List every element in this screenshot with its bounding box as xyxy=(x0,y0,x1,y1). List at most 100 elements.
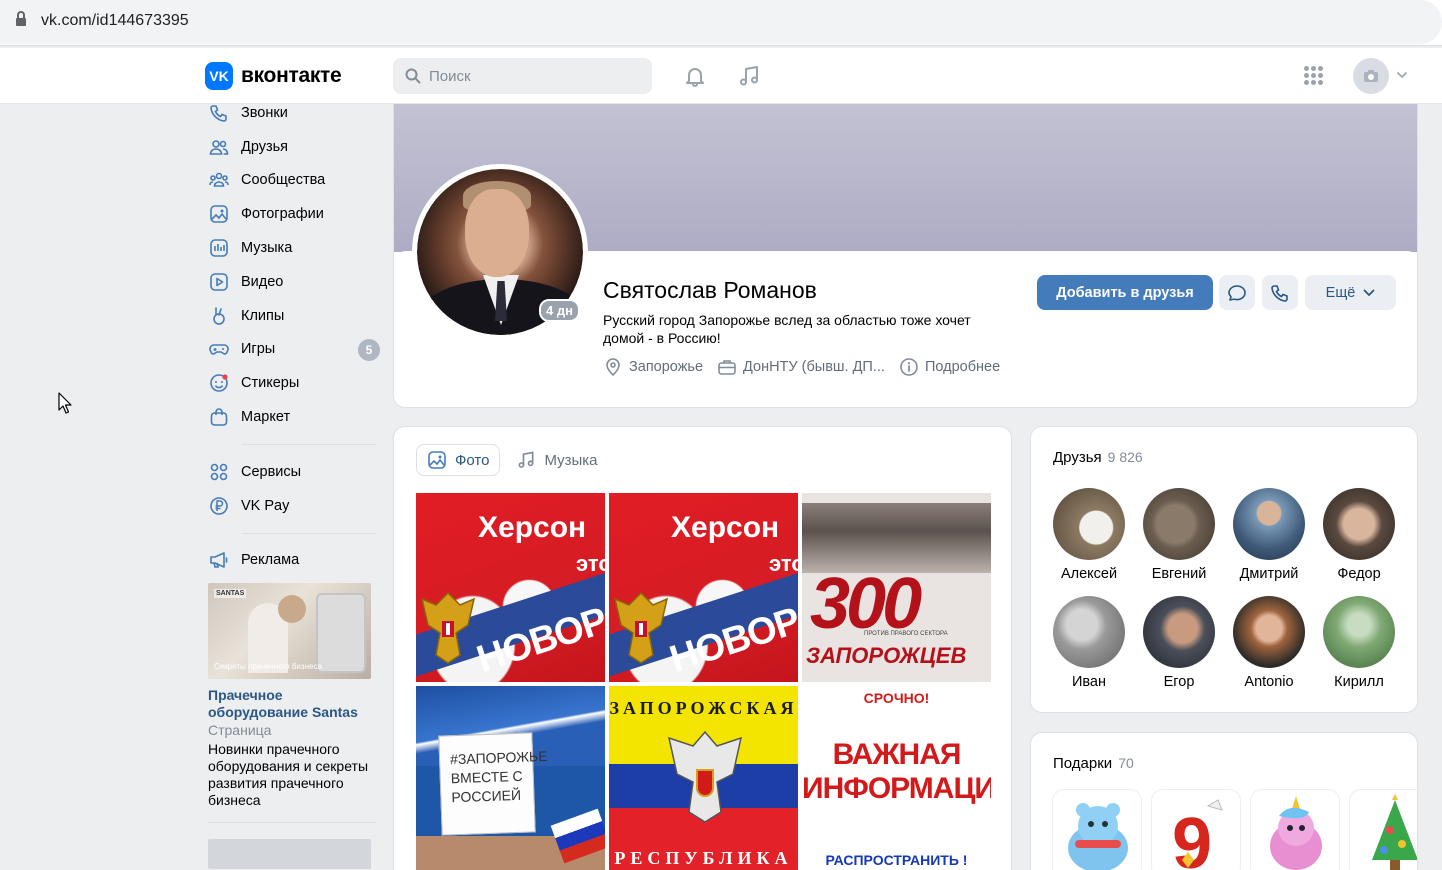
profile-short-info: Запорожье ДонНТУ (бывш. ДП... Подробнее xyxy=(603,357,1014,377)
gifts-header[interactable]: Подарки 70 xyxy=(1053,755,1134,772)
vk-logo[interactable]: VK вконтакте xyxy=(205,62,342,90)
nine-gift-icon[interactable]: 9 xyxy=(1151,789,1241,870)
phone-icon xyxy=(1271,284,1288,302)
lock-icon[interactable] xyxy=(16,11,26,28)
tab-music[interactable]: Музыка xyxy=(506,444,607,476)
unicorn-gift-icon[interactable] xyxy=(1250,789,1340,870)
friend-name: Дмитрий xyxy=(1239,566,1299,582)
user-avatar[interactable] xyxy=(1353,58,1389,94)
more-button-label: Ещё xyxy=(1325,284,1356,301)
photo-text: ЗАПОРОЖЦЕВ xyxy=(806,643,967,668)
sidebar-item-label: Стикеры xyxy=(241,375,300,392)
search-input[interactable] xyxy=(429,67,629,85)
sidebar-item-music[interactable]: Музыка xyxy=(205,231,380,265)
tab-photos[interactable]: Фото xyxy=(416,444,501,476)
friends-icon xyxy=(208,136,230,158)
sidebar-item-video[interactable]: Видео xyxy=(205,265,380,299)
photo-tile[interactable]: #ЗАПОРОЖЬЕ ВМЕСТЕ С РОССИЕЙ xyxy=(416,686,605,870)
url-text[interactable]: vk.com/id144673395 xyxy=(41,12,189,30)
music-icon xyxy=(208,237,230,259)
profile-city[interactable]: Запорожье xyxy=(603,357,703,377)
friend-item[interactable]: Иван xyxy=(1044,596,1134,690)
photo-text: ПРОТИВ ПРАВОГО СЕКТОРА xyxy=(864,631,948,637)
friends-count: 9 826 xyxy=(1107,449,1143,465)
ad-image-caption: Секреты прачечного бизнеса xyxy=(214,662,322,672)
sidebar-item-label: Звонки xyxy=(241,104,288,121)
sidebar-item-friends[interactable]: Друзья xyxy=(205,130,380,164)
sidebar-item-vkpay[interactable]: VK Pay xyxy=(205,489,380,523)
photo-tile[interactable]: Херсон это НОВОРОС xyxy=(416,493,605,682)
gifts-block: Подарки 70 9 xyxy=(1030,732,1418,870)
friend-item[interactable]: Алексей xyxy=(1044,488,1134,582)
tab-label: Фото xyxy=(455,451,490,469)
ad-image[interactable]: SANTAS Секреты прачечного бизнеса xyxy=(208,583,371,680)
apps-grid-icon[interactable] xyxy=(1304,66,1324,86)
profile-education[interactable]: ДонНТУ (бывш. ДП... xyxy=(717,357,885,377)
sidebar-item-calls[interactable]: Звонки xyxy=(205,96,380,130)
music-note-icon xyxy=(518,451,534,468)
ad-description[interactable]: Новинки прачечного оборудования и секрет… xyxy=(208,741,380,809)
photos-icon xyxy=(208,203,230,225)
search-box[interactable] xyxy=(393,58,652,94)
friends-header[interactable]: Друзья 9 826 xyxy=(1053,449,1143,466)
sidebar-item-label: Музыка xyxy=(241,240,293,257)
friend-item[interactable]: Егор xyxy=(1134,596,1224,690)
photo-text: ЗАПОРОЖСКАЯ xyxy=(609,698,798,718)
photo-text: #ЗАПОРОЖЬЕ ВМЕСТЕ С РОССИЕЙ xyxy=(438,732,548,836)
friend-item[interactable]: Кирилл xyxy=(1314,596,1404,690)
sidebar-item-games[interactable]: Игры 5 xyxy=(205,333,380,367)
photo-tile[interactable]: Херсон это НОВОРОС xyxy=(609,493,798,682)
profile-name: Святослав Романов xyxy=(603,277,817,303)
photos-icon xyxy=(428,451,446,469)
photo-text: это xyxy=(576,551,605,576)
friend-item[interactable]: Дмитрий xyxy=(1224,488,1314,582)
vk-logo-icon: VK xyxy=(205,62,233,90)
sidebar-item-clips[interactable]: Клипы xyxy=(205,299,380,333)
sidebar-item-market[interactable]: Маркет xyxy=(205,400,380,434)
tab-label: Музыка xyxy=(544,451,598,469)
media-block: Фото Музыка Херсон это НОВОРОС Херсон эт… xyxy=(393,426,1012,870)
photo-tile[interactable]: СРОЧНО! ВАЖНАЯ ИНФОРМАЦИЯ РАСПРОСТРАНИТЬ… xyxy=(802,686,991,870)
address-field[interactable]: vk.com/id144673395 xyxy=(0,0,1442,44)
sidebar-item-ads[interactable]: Реклама xyxy=(205,544,380,578)
christmas-tree-gift-icon[interactable] xyxy=(1349,789,1417,870)
friend-item[interactable]: Евгений xyxy=(1134,488,1224,582)
photo-text: Херсон xyxy=(671,511,780,544)
friend-item[interactable]: Федор xyxy=(1314,488,1404,582)
chevron-down-icon[interactable] xyxy=(1397,72,1407,78)
vkpay-icon xyxy=(208,495,230,517)
friend-avatar xyxy=(1053,596,1125,668)
add-friend-button[interactable]: Добавить в друзья xyxy=(1037,275,1213,310)
friend-avatar xyxy=(1323,596,1395,668)
more-button[interactable]: Ещё xyxy=(1305,275,1396,310)
friend-avatar xyxy=(1323,488,1395,560)
ad-title-link[interactable]: Прачечное оборудование Santas xyxy=(208,687,380,721)
coat-of-arms-icon xyxy=(420,591,476,664)
ad-image-brand: SANTAS xyxy=(214,589,247,599)
call-button[interactable] xyxy=(1262,275,1298,310)
music-note-icon[interactable] xyxy=(737,64,763,90)
message-bubble-icon xyxy=(1228,284,1246,301)
clips-icon xyxy=(208,305,230,327)
megaphone-icon xyxy=(208,549,230,571)
notifications-bell-icon[interactable] xyxy=(683,64,709,90)
briefcase-icon xyxy=(718,360,736,375)
message-button[interactable] xyxy=(1219,275,1255,310)
sidebar-item-services[interactable]: Сервисы xyxy=(205,455,380,489)
photo-tile[interactable]: 300 ПРОТИВ ПРАВОГО СЕКТОРА ЗАПОРОЖЦЕВ xyxy=(802,493,991,682)
friend-item[interactable]: Antonio xyxy=(1224,596,1314,690)
profile-more-info-label: Подробнее xyxy=(924,359,1001,375)
stickers-icon xyxy=(208,372,230,394)
photo-tile[interactable]: ЗАПОРОЖСКАЯ РЕСПУБЛИКА xyxy=(609,686,798,870)
bear-gift-icon[interactable] xyxy=(1052,789,1142,870)
camera-icon xyxy=(1364,70,1378,82)
sidebar-item-label: Маркет xyxy=(241,409,291,426)
profile-more-info-link[interactable]: Подробнее xyxy=(899,357,1000,377)
profile-city-label: Запорожье xyxy=(629,359,704,375)
sidebar-item-communities[interactable]: Сообщества xyxy=(205,164,380,198)
sidebar-item-stickers[interactable]: Стикеры xyxy=(205,366,380,400)
photo-text: это xyxy=(769,551,798,576)
profile-header: 4 дн Святослав Романов Русский город Зап… xyxy=(393,104,1418,408)
next-ad-image[interactable] xyxy=(208,839,371,870)
sidebar-item-photos[interactable]: Фотографии xyxy=(205,197,380,231)
